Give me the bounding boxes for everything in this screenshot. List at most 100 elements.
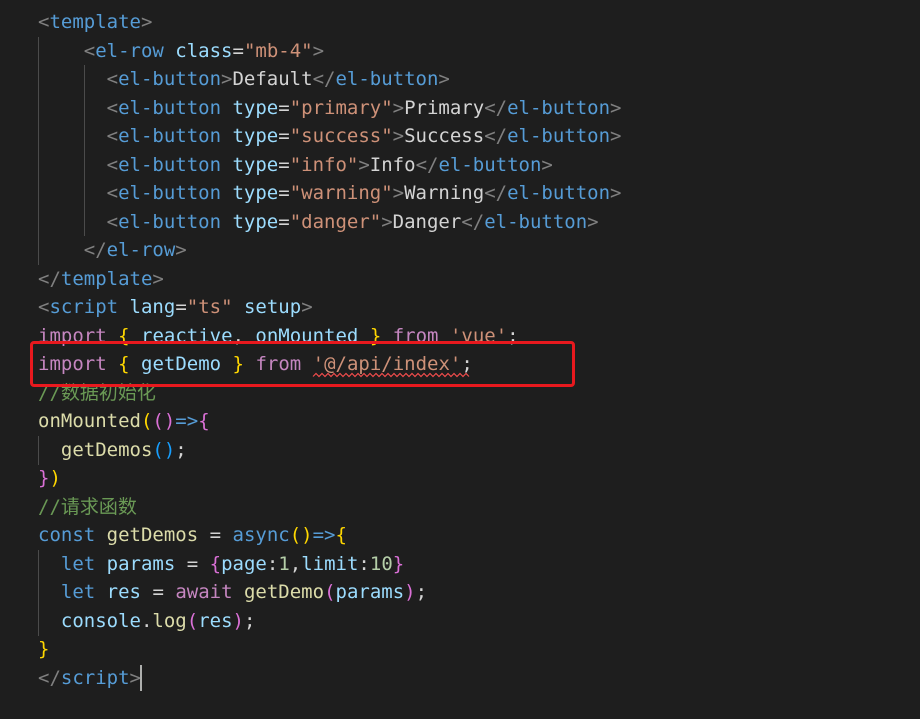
code-token: let xyxy=(60,581,96,604)
code-line[interactable]: //请求函数 xyxy=(38,493,621,522)
code-token: "info" xyxy=(289,153,359,176)
code-line[interactable]: </script> xyxy=(38,664,621,693)
code-token: </ xyxy=(484,125,508,148)
code-token: = xyxy=(278,96,290,119)
code-token: > xyxy=(392,96,405,119)
code-token: type xyxy=(232,125,279,148)
code-token: </ xyxy=(38,666,61,689)
code-token: params xyxy=(335,581,405,604)
code-token: "mb-4" xyxy=(243,39,313,62)
code-token: = xyxy=(198,524,233,547)
code-token: </ xyxy=(312,68,336,91)
code-token: el-button xyxy=(118,68,222,91)
code-token: ) xyxy=(232,609,244,632)
code-line[interactable]: <el-button type="warning">Warning</el-bu… xyxy=(38,179,622,208)
code-token: > xyxy=(610,96,622,119)
code-token: : xyxy=(358,552,370,575)
code-token: res xyxy=(198,609,233,632)
code-line[interactable]: console.log(res); xyxy=(38,607,621,636)
code-line[interactable]: let params = {page:1,limit:10} xyxy=(38,550,621,579)
code-line[interactable]: getDemos(); xyxy=(38,436,621,465)
code-token: const xyxy=(38,524,96,547)
code-token: let xyxy=(60,552,96,575)
code-token: Danger xyxy=(392,210,462,233)
code-line[interactable]: let res = await getDemo(params); xyxy=(38,578,621,607)
code-line[interactable]: <el-button type="info">Info</el-button> xyxy=(38,151,621,180)
code-token: "primary" xyxy=(289,96,393,119)
code-token: ; xyxy=(175,438,187,461)
code-line[interactable]: <el-button type="success">Success</el-bu… xyxy=(38,122,622,151)
code-token: 10 xyxy=(369,552,393,575)
code-token: > xyxy=(541,153,553,176)
code-token: el-button xyxy=(438,153,542,176)
code-token: => xyxy=(312,524,336,547)
code-line[interactable]: <el-button type="danger">Danger</el-butt… xyxy=(38,208,621,237)
code-token: = xyxy=(278,182,290,205)
code-token: ; xyxy=(243,609,256,632)
code-token: script xyxy=(49,296,119,319)
code-token: </ xyxy=(38,267,61,290)
code-token: type xyxy=(232,210,279,233)
code-line[interactable]: </template> xyxy=(38,265,621,294)
code-token: = xyxy=(141,581,176,604)
code-token: el-button xyxy=(507,96,611,119)
code-token: Success xyxy=(404,125,485,148)
code-line[interactable]: <script lang="ts" setup> xyxy=(38,293,621,322)
code-token: console xyxy=(60,609,141,632)
code-token: > xyxy=(438,68,450,91)
code-token: () xyxy=(152,410,176,433)
code-token: ( xyxy=(186,609,199,632)
code-token: </ xyxy=(38,239,107,262)
code-token: el-button xyxy=(507,182,611,205)
code-token: type xyxy=(232,153,279,176)
code-line[interactable]: }) xyxy=(38,464,621,493)
code-token: > xyxy=(312,39,325,62)
code-token: el-row xyxy=(95,39,164,62)
code-token: ( xyxy=(140,410,153,433)
code-token: = xyxy=(278,125,290,148)
code-token: } xyxy=(38,638,50,661)
code-token: el-button xyxy=(118,182,222,205)
code-token: el-button xyxy=(118,96,222,119)
code-token: = xyxy=(175,296,187,319)
code-token: > xyxy=(301,296,313,319)
code-token: = xyxy=(175,552,210,575)
code-token: < xyxy=(38,210,119,233)
code-token: page xyxy=(221,552,267,575)
code-token: > xyxy=(381,210,393,233)
code-token: > xyxy=(175,239,187,262)
code-token: params xyxy=(106,552,176,575)
code-token: res xyxy=(106,581,141,604)
code-line[interactable]: const getDemos = async()=>{ xyxy=(38,521,621,550)
code-token: "warning" xyxy=(289,182,393,205)
code-line[interactable]: } xyxy=(38,635,621,664)
code-line[interactable]: <el-row class="mb-4"> xyxy=(38,37,621,66)
code-token: { xyxy=(198,410,210,433)
code-editor[interactable]: <template> <el-row class="mb-4"> <el-but… xyxy=(0,0,920,719)
code-token: ; xyxy=(415,581,428,604)
code-token: script xyxy=(60,666,130,689)
code-line[interactable]: </el-row> xyxy=(38,236,621,265)
code-token: el-button xyxy=(118,125,222,148)
code-token: </ xyxy=(484,96,508,119)
code-token: async xyxy=(232,524,290,547)
code-token: getDemos xyxy=(60,438,153,461)
code-token: > xyxy=(610,125,622,148)
text-cursor xyxy=(140,665,142,691)
code-token: type xyxy=(232,96,279,119)
code-line[interactable]: <el-button type="primary">Primary</el-bu… xyxy=(38,94,622,123)
code-token: > xyxy=(358,153,370,176)
code-token: < xyxy=(38,68,119,91)
code-token: template xyxy=(49,11,141,33)
code-line[interactable]: onMounted(()=>{ xyxy=(38,407,621,436)
code-line[interactable]: <el-button>Default</el-button> xyxy=(38,65,621,94)
code-token: > xyxy=(392,182,405,205)
code-line[interactable]: <template> xyxy=(38,8,621,37)
code-token: type xyxy=(232,182,279,205)
